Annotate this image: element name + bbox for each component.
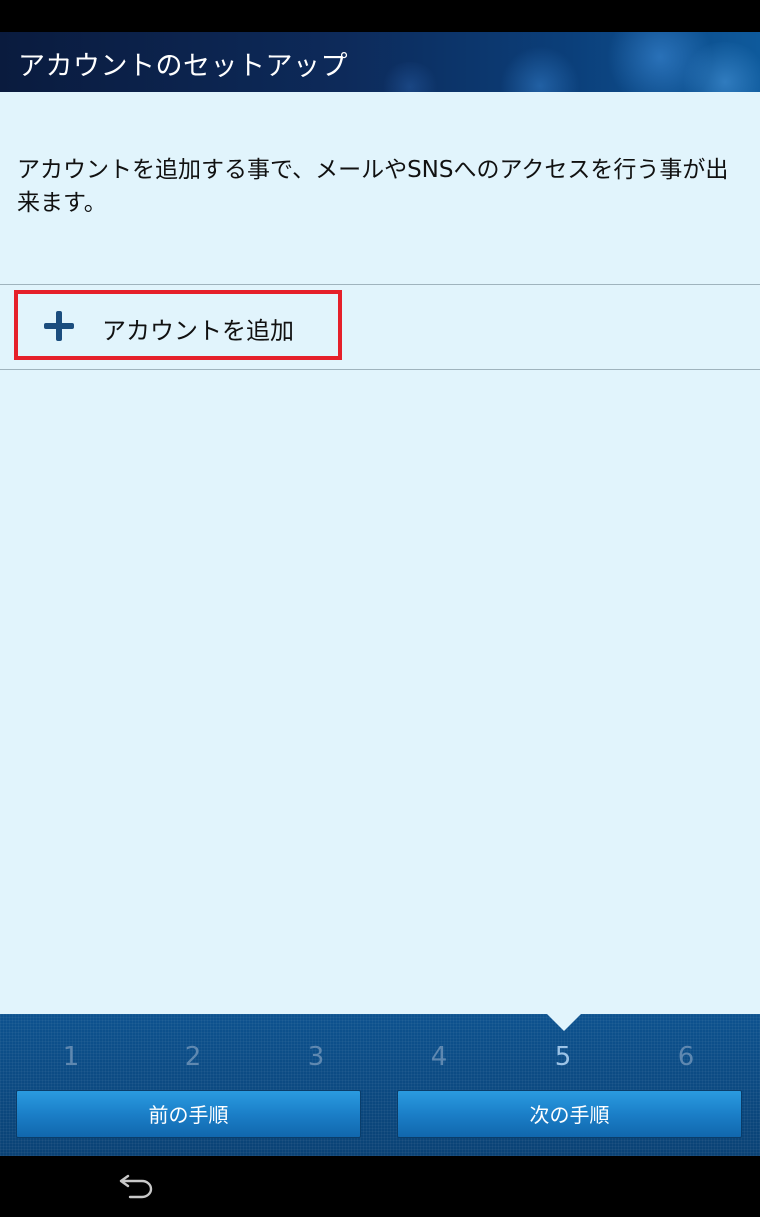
plus-icon — [44, 311, 74, 341]
divider — [0, 284, 760, 285]
description-text: アカウントを追加する事で、メールやSNSへのアクセスを行う事が出来ます。 — [17, 157, 729, 216]
next-step-button[interactable]: 次の手順 — [397, 1090, 742, 1138]
step-number: 2 — [184, 1042, 202, 1072]
step-number: 4 — [430, 1042, 448, 1072]
status-bar — [0, 0, 760, 32]
wizard-panel: 1 2 3 4 5 6 前の手順 次の手順 — [0, 1014, 760, 1156]
main-content: アカウントを追加する事で、メールやSNSへのアクセスを行う事が出来ます。 アカウ… — [0, 92, 760, 1014]
step-number: 1 — [62, 1042, 80, 1072]
step-number-current: 5 — [554, 1042, 572, 1072]
bokeh-decoration — [380, 62, 440, 92]
bokeh-decoration — [500, 46, 580, 92]
current-step-pointer — [547, 1014, 581, 1031]
divider — [0, 369, 760, 370]
navigation-bar — [0, 1156, 760, 1217]
previous-step-button[interactable]: 前の手順 — [16, 1090, 361, 1138]
add-account-button[interactable]: アカウントを追加 — [14, 290, 342, 360]
step-number: 3 — [307, 1042, 325, 1072]
step-number: 6 — [677, 1042, 695, 1072]
title-bar: アカウントのセットアップ — [0, 32, 760, 92]
add-account-label: アカウントを追加 — [102, 317, 294, 345]
page-title: アカウントのセットアップ — [18, 51, 348, 82]
back-icon[interactable] — [118, 1170, 158, 1202]
step-indicator: 1 2 3 4 5 6 — [0, 1042, 760, 1078]
